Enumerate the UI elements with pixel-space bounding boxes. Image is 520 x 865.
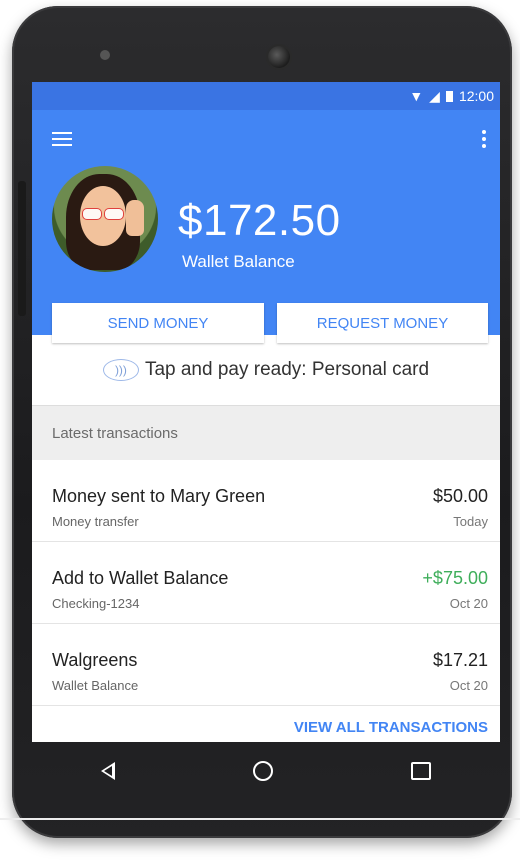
transaction-date: Oct 20 xyxy=(449,596,488,611)
status-bar: ▼ ◢ 12:00 xyxy=(32,82,500,110)
tap-status-text: Tap and pay ready: Personal card xyxy=(144,359,430,380)
side-button xyxy=(18,181,26,316)
android-nav-bar xyxy=(32,742,500,800)
transaction-title: Walgreens xyxy=(52,650,138,670)
battery-icon xyxy=(445,90,453,102)
avatar[interactable] xyxy=(52,166,158,272)
back-icon[interactable] xyxy=(101,762,115,780)
transaction-subtitle: Wallet Balance xyxy=(52,678,139,693)
view-all-transactions-link[interactable]: VIEW ALL TRANSACTIONS xyxy=(294,719,488,736)
transaction-amount: $50.00 xyxy=(432,486,488,506)
wifi-icon: ▼ xyxy=(409,88,424,104)
transaction-subtitle: Money transfer xyxy=(52,514,139,529)
transaction-subtitle: Checking-1234 xyxy=(52,596,140,611)
signal-icon: ◢ xyxy=(429,87,440,104)
nfc-icon: ))) xyxy=(102,359,139,381)
more-vert-icon[interactable] xyxy=(482,130,486,151)
transaction-row[interactable]: Walgreens Wallet Balance $17.21 Oct 20 xyxy=(32,624,500,706)
transaction-date: Oct 20 xyxy=(449,678,488,693)
transaction-row[interactable]: Money sent to Mary Green Money transfer … xyxy=(32,460,500,542)
recents-icon[interactable] xyxy=(411,762,431,780)
menu-icon[interactable] xyxy=(52,132,72,146)
request-money-button[interactable]: REQUEST MONEY xyxy=(277,303,488,343)
transaction-date: Today xyxy=(453,514,488,529)
floor-line xyxy=(0,818,520,820)
tap-and-pay-status[interactable]: ))) Tap and pay ready: Personal card xyxy=(32,335,500,406)
send-money-button[interactable]: SEND MONEY xyxy=(52,303,264,343)
transaction-title: Add to Wallet Balance xyxy=(52,568,229,588)
transaction-title: Money sent to Mary Green xyxy=(52,486,266,506)
section-title: Latest transactions xyxy=(32,406,500,460)
front-camera xyxy=(268,46,290,68)
transaction-amount: +$75.00 xyxy=(422,568,488,588)
balance-amount: $172.50 xyxy=(178,196,341,245)
transaction-row[interactable]: Add to Wallet Balance Checking-1234 +$75… xyxy=(32,542,500,624)
app-screen: ▼ ◢ 12:00 $172.50 Wallet Balance SEND MO… xyxy=(32,82,500,742)
balance-label: Wallet Balance xyxy=(182,252,295,271)
status-time: 12:00 xyxy=(458,88,494,104)
transaction-amount: $17.21 xyxy=(432,650,488,670)
sensor-dot xyxy=(100,50,110,60)
wallet-header: $172.50 Wallet Balance SEND MONEY REQUES… xyxy=(32,110,500,343)
home-icon[interactable] xyxy=(253,761,273,781)
